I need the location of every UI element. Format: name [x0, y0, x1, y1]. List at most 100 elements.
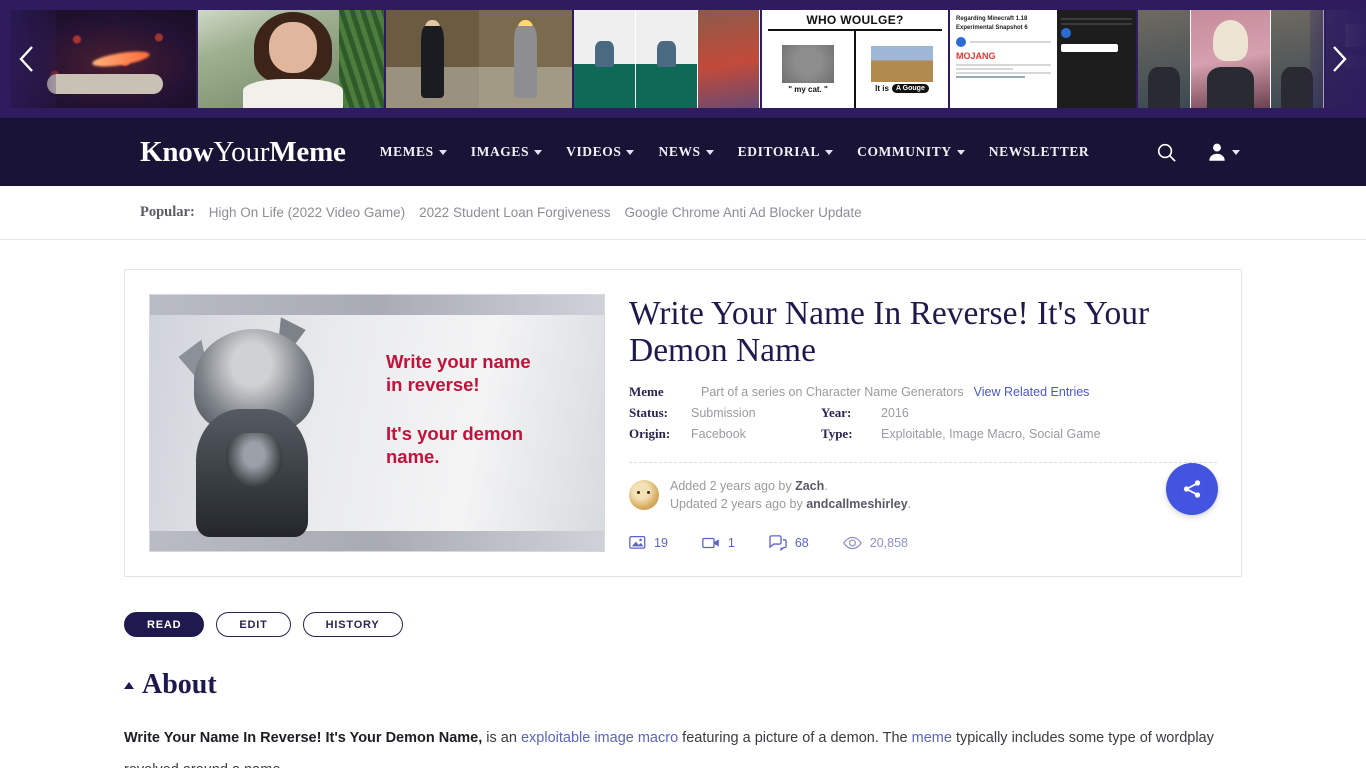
stat-videos[interactable]: 1 [702, 536, 735, 550]
tab-edit-label: EDIT [239, 618, 268, 631]
thumb-6-line-a [956, 64, 1052, 66]
popular-label: Popular: [140, 204, 195, 220]
carousel-thumb-7[interactable] [1138, 10, 1324, 108]
popular-link-2[interactable]: 2022 Student Loan Forgiveness [419, 205, 610, 220]
thumb-7-pane-2 [1191, 10, 1271, 108]
carousel-thumb-5[interactable]: WHO WOULGE? " my cat. " It is A Gouge [762, 10, 948, 108]
collapse-triangle-icon [124, 681, 134, 689]
byline-text: Added 2 years ago by Zach. Updated 2 yea… [670, 477, 911, 513]
share-button[interactable] [1166, 463, 1218, 515]
updated-line: Updated 2 years ago by andcallmeshirley. [670, 495, 911, 513]
entry-series-text: Part of a series on Character Name Gener… [701, 384, 964, 399]
nav-item-images[interactable]: IMAGES [471, 144, 543, 160]
thumb-6-side-avatar [1061, 28, 1072, 38]
thumb-6-side-line-2 [1061, 23, 1132, 25]
thumb-6-sidebar [1057, 10, 1136, 108]
chevron-right-icon [1333, 46, 1347, 72]
user-icon [1209, 143, 1225, 161]
chevron-down-icon [705, 149, 714, 155]
updated-user-link[interactable]: andcallmeshirley [806, 497, 907, 511]
added-period: . [824, 478, 828, 493]
site-header: KnowYourMeme MEMES IMAGES VIDEOS NEWS ED… [0, 118, 1366, 186]
carousel-thumb-4[interactable] [574, 10, 760, 108]
site-logo[interactable]: KnowYourMeme [140, 136, 346, 169]
about-link-meme[interactable]: meme [912, 730, 952, 746]
meme-overlay-text: Write your name in reverse! It's your de… [386, 351, 590, 469]
image-icon [629, 536, 646, 550]
image-top-band [150, 295, 604, 315]
about-heading[interactable]: About [124, 669, 1242, 701]
thumb-5-gouge-image [871, 46, 933, 82]
nav-item-community[interactable]: COMMUNITY [857, 144, 965, 160]
about-heading-label: About [142, 669, 217, 700]
search-button[interactable] [1155, 141, 1178, 164]
about-bold-lead: Write Your Name In Reverse! It's Your De… [124, 730, 483, 746]
meme-text-line-3: It's your demon [386, 422, 523, 444]
tab-history[interactable]: HISTORY [302, 612, 403, 637]
year-value: 2016 [881, 405, 909, 420]
nav-item-videos[interactable]: VIDEOS [566, 144, 635, 160]
about-link-exploitable-image-macro[interactable]: exploitable image macro [521, 730, 678, 746]
chevron-down-icon [825, 149, 834, 155]
tab-edit[interactable]: EDIT [216, 612, 291, 637]
origin-type-row: Origin: Facebook Type: Exploitable, Imag… [629, 426, 1217, 442]
nav-item-newsletter[interactable]: NEWSLETTER [989, 144, 1090, 160]
thumb-6-post: Regarding Minecraft 1.18 Experimental Sn… [950, 10, 1057, 108]
chevron-down-icon [1232, 149, 1240, 155]
eye-icon [842, 536, 862, 550]
thumb-7-torso-2 [1206, 66, 1254, 108]
stat-views: 20,858 [842, 536, 908, 550]
popular-link-3[interactable]: Google Chrome Anti Ad Blocker Update [625, 205, 862, 220]
thumb-7-pane-1 [1138, 10, 1192, 108]
thumb-6-brand: MOJANG [956, 51, 996, 61]
thumb-4-figure-2 [656, 41, 677, 67]
logo-know: Know [140, 135, 214, 168]
stat-comments[interactable]: 68 [769, 535, 809, 551]
nav-item-news[interactable]: NEWS [658, 144, 714, 160]
logo-your: Your [213, 135, 270, 168]
stat-images[interactable]: 19 [629, 535, 668, 550]
series-row: Meme Part of a series on Character Name … [629, 384, 1217, 400]
thumb-7-wig [1213, 19, 1248, 61]
status-year-row: Status: Submission Year: 2016 [629, 405, 1217, 421]
search-icon [1157, 143, 1176, 162]
chevron-down-icon [438, 149, 447, 155]
carousel-thumb-6[interactable]: Regarding Minecraft 1.18 Experimental Sn… [950, 10, 1136, 108]
thumb-4-figure [594, 41, 615, 67]
thumb-3-figure [421, 25, 444, 99]
entry-stats: 19 1 68 20,858 [629, 535, 1217, 551]
thumb-5-left-cell: " my cat. " [762, 31, 854, 108]
carousel-next-button[interactable] [1310, 0, 1366, 118]
thumb-5-cat-image [782, 45, 834, 83]
nav-label-news: NEWS [658, 144, 701, 159]
thumb-1-caption-bar [47, 74, 163, 94]
entry-tabs: READ EDIT HISTORY [124, 612, 1242, 637]
logo-meme: Meme [269, 135, 346, 168]
thumb-5-right-tag: A Gouge [891, 84, 929, 93]
nav-item-memes[interactable]: MEMES [380, 144, 447, 160]
thumb-3-figure-2 [514, 25, 537, 99]
about-text-2: featuring a picture of a demon. The [678, 730, 912, 746]
entry-header-card: Write your name in reverse! It's your de… [124, 269, 1242, 577]
carousel-prev-button[interactable] [0, 0, 56, 118]
origin-label: Origin: [629, 425, 671, 441]
tab-read[interactable]: READ [124, 612, 205, 637]
type-value: Exploitable, Image Macro, Social Game [881, 426, 1101, 441]
type-label: Type: [821, 425, 853, 441]
carousel-thumb-3[interactable] [386, 10, 572, 108]
nav-item-editorial[interactable]: EDITORIAL [738, 144, 834, 160]
added-user-link[interactable]: Zach [795, 479, 824, 493]
stat-comments-value: 68 [794, 535, 809, 550]
thumb-5-title: WHO WOULGE? [806, 13, 904, 27]
account-menu-button[interactable] [1206, 141, 1240, 163]
main-content: Write your name in reverse! It's your de… [0, 240, 1366, 768]
carousel-thumb-2[interactable] [198, 10, 384, 108]
popular-link-1[interactable]: High On Life (2022 Video Game) [209, 205, 405, 220]
entry-thumbnail-image[interactable]: Write your name in reverse! It's your de… [149, 294, 605, 552]
top-carousel: WHO WOULGE? " my cat. " It is A Gouge Re… [0, 0, 1366, 118]
avatar [629, 479, 659, 510]
thumb-1-art [91, 48, 151, 70]
view-related-entries-link[interactable]: View Related Entries [974, 385, 1090, 399]
about-section: About Write Your Name In Reverse! It's Y… [124, 669, 1242, 768]
thumb-6-side-redaction [1061, 44, 1118, 52]
